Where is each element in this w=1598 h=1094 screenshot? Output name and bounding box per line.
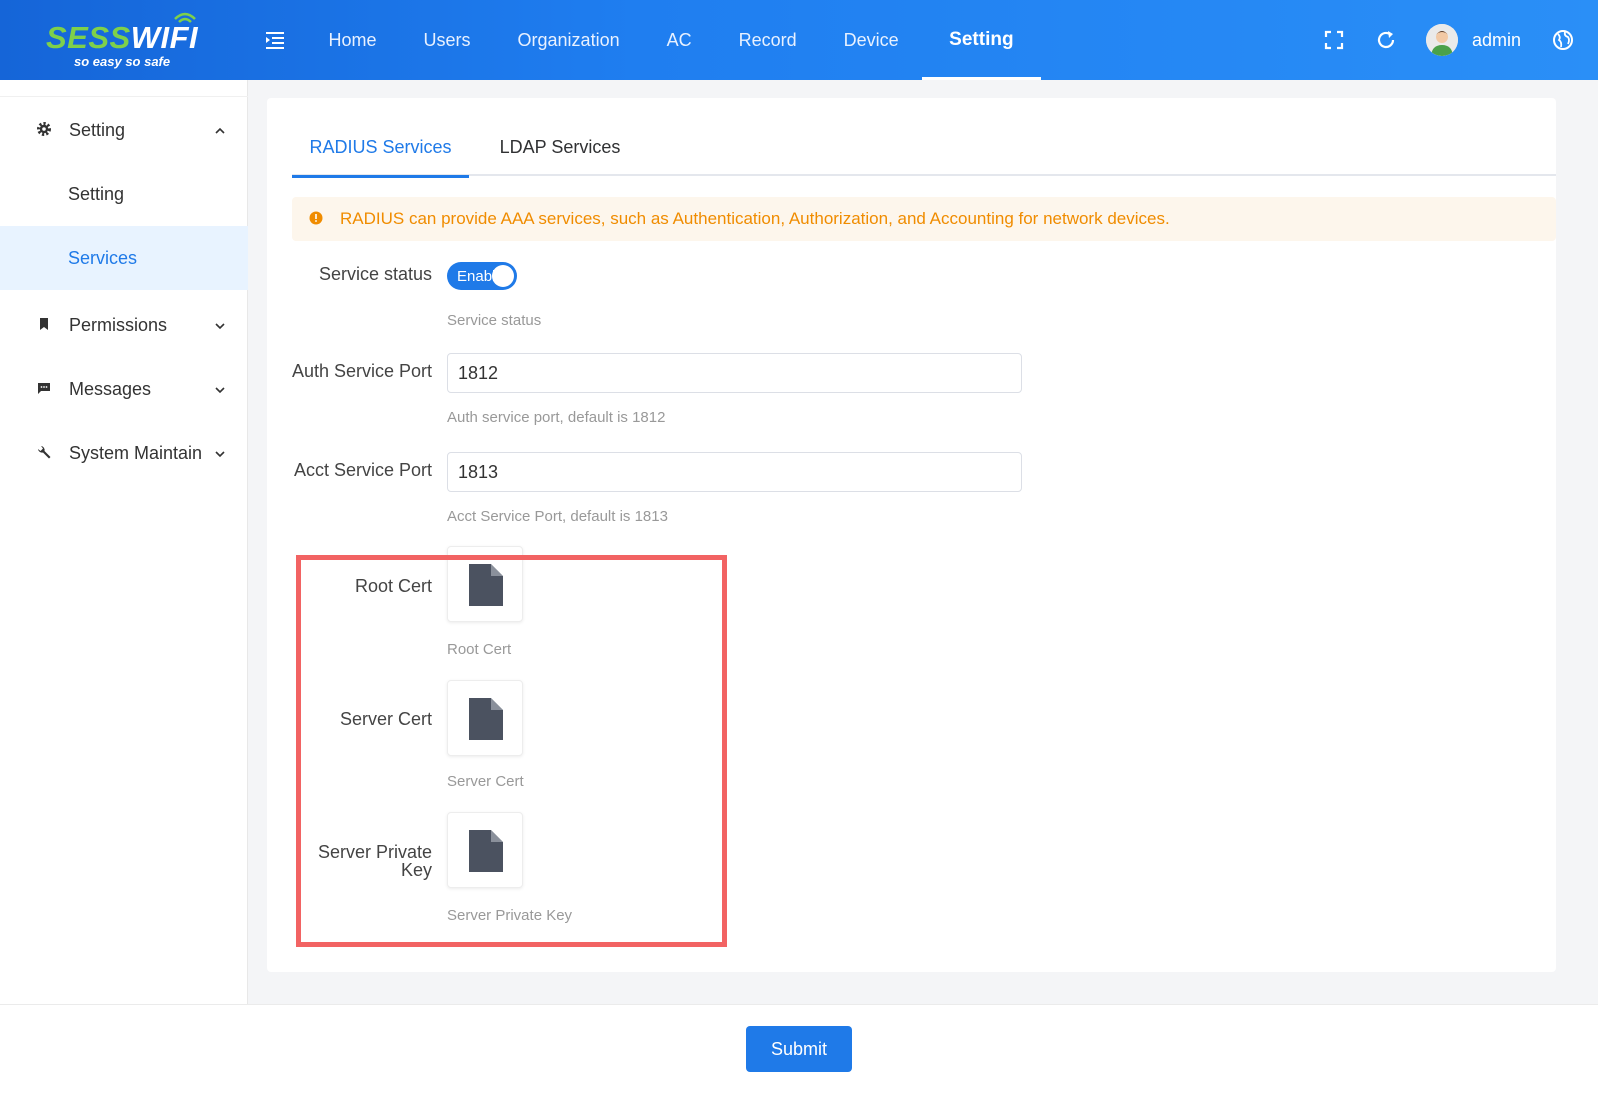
sidebar-group-setting[interactable]: Setting [0,98,248,162]
chevron-up-icon [215,127,225,134]
auth-port-label: Auth Service Port [291,361,432,381]
sidebar: Setting Setting Services Permissions Mes… [0,80,248,1004]
sidebar-group-permissions[interactable]: Permissions [0,293,248,357]
server-cert-label: Server Cert [339,709,432,729]
root-cert-hint: Root Cert [447,641,512,658]
chevron-down-icon [215,323,225,330]
server-private-key-upload[interactable] [447,812,523,888]
wrench-icon [38,446,51,459]
server-key-label-line2: Key [400,860,432,880]
nav-device[interactable]: Device [820,0,922,80]
message-icon [38,383,50,394]
sidebar-item-label: Services [68,247,138,268]
header-actions: admin [1322,0,1598,80]
server-cert-hint: Server Cert [447,773,524,790]
nav-organization[interactable]: Organization [494,0,643,80]
refresh-icon[interactable] [1374,28,1398,52]
submit-button[interactable]: Submit [746,1026,852,1072]
acct-port-input[interactable]: 1813 [447,452,1022,492]
main-nav: Home Users Organization AC Record Device… [305,0,1041,80]
sidebar-item-label: Setting [68,183,125,204]
nav-home[interactable]: Home [305,0,400,80]
sidebar-group-label: Messages [69,378,152,399]
root-cert-label: Root Cert [354,576,432,596]
service-status-label: Service status [318,264,432,284]
file-icon [469,830,503,872]
nav-record[interactable]: Record [715,0,820,80]
sidebar-group-messages[interactable]: Messages [0,357,248,421]
server-key-hint: Server Private Key [447,907,573,924]
auth-port-input[interactable]: 1812 [447,353,1022,393]
sidebar-group-label: Setting [69,119,126,140]
chevron-down-icon [215,387,225,394]
sidebar-group-label: Permissions [69,314,168,335]
gear-icon [37,122,51,136]
service-status-toggle[interactable]: Enable [447,262,517,290]
fullscreen-icon[interactable] [1322,28,1346,52]
nav-users[interactable]: Users [400,0,494,80]
menu-fold-icon[interactable] [263,28,287,52]
wifi-icon [174,12,196,23]
footer-bar: Submit [0,1004,1598,1094]
logo-slogan: so easy so safe [74,54,171,69]
server-cert-upload[interactable] [447,680,523,756]
nav-ac[interactable]: AC [643,0,715,80]
bookmark-icon [40,318,48,330]
file-icon [469,698,503,740]
sidebar-divider [0,96,248,97]
settings-card: RADIUS Services LDAP Services RADIUS can… [267,98,1556,972]
top-navbar: SESSWIFI so easy so safe Home Users Orga… [0,0,1598,80]
user-name[interactable]: admin [1472,30,1521,51]
root-cert-upload[interactable] [447,546,523,622]
sesswifi-logo[interactable]: SESSWIFI so easy so safe [44,10,219,72]
acct-port-hint: Acct Service Port, default is 1813 [447,508,668,525]
toggle-knob [492,265,514,287]
acct-port-label: Acct Service Port [293,460,432,480]
radius-form: Service status Enable Service status Aut… [267,98,1556,972]
nav-setting[interactable]: Setting [922,0,1041,80]
avatar[interactable] [1425,24,1458,56]
sidebar-item-services[interactable]: Services [0,226,248,290]
chevron-down-icon [215,451,225,458]
sidebar-group-system-maintain[interactable]: System Maintain [0,421,248,485]
sidebar-group-label: System Maintain [69,442,203,463]
auth-port-hint: Auth service port, default is 1812 [447,409,666,426]
file-icon [469,564,503,606]
sidebar-item-setting[interactable]: Setting [0,162,248,226]
service-status-hint: Service status [447,312,542,329]
globe-icon[interactable] [1551,28,1575,52]
